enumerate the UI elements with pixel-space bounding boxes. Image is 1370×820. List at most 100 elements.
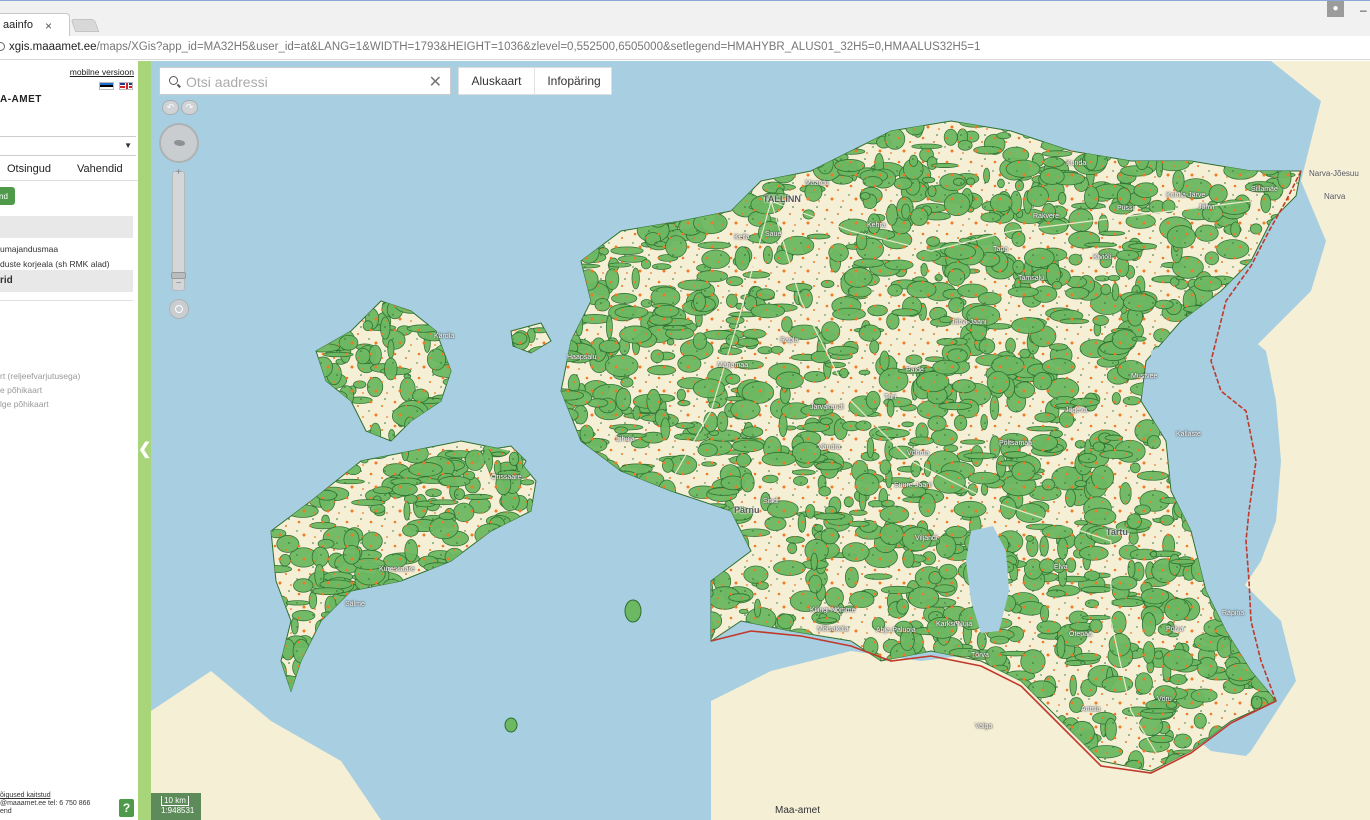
place-label: Paide xyxy=(906,367,924,374)
place-label: Viljandi xyxy=(915,535,938,542)
tab-close-icon[interactable]: × xyxy=(45,19,52,33)
place-label: Jõgeva xyxy=(1065,407,1088,414)
place-label: Suure-Jaani xyxy=(894,482,932,489)
layer-item-berry-picking-area[interactable]: duste korjeala (sh RMK alad) xyxy=(0,259,110,269)
place-label: Rakvere xyxy=(1033,213,1060,220)
basemap-option-light[interactable]: lge põhikaart xyxy=(0,399,49,409)
english-flag-icon[interactable] xyxy=(119,82,133,90)
scale-bar: 10 km xyxy=(161,796,189,806)
place-label: Karksi-Nuia xyxy=(936,621,973,628)
history-forward-icon[interactable]: ↷ xyxy=(181,100,198,115)
place-label: Antsla xyxy=(1081,706,1101,713)
place-label: Kunda xyxy=(1066,160,1087,167)
new-tab-button[interactable] xyxy=(70,19,100,32)
place-label: Mõisaküla xyxy=(817,626,849,633)
window-minimize-button[interactable]: – xyxy=(1360,3,1367,17)
place-label: Rapla xyxy=(780,337,799,344)
pan-control-icon[interactable] xyxy=(159,123,199,163)
place-label: Jõhvi-Jaani xyxy=(951,319,987,326)
sidebar-collapse-strip[interactable]: ❮ xyxy=(138,61,151,820)
place-label: Tapa xyxy=(993,246,1009,253)
place-label: Märjamaa xyxy=(717,362,749,369)
place-label: Põlva xyxy=(1166,626,1184,633)
profile-icon[interactable]: ● xyxy=(1327,1,1344,17)
basemap-option-base[interactable]: e põhikaart xyxy=(0,385,42,395)
ruhnu-island xyxy=(504,717,518,733)
tab-title: aainfo xyxy=(3,19,33,31)
place-label: Abja-Paluoja xyxy=(876,627,916,634)
address-bar[interactable]: xgis.maaamet.ee/maps/XGis?app_id=MA32H5&… xyxy=(0,36,1370,60)
place-label: Kuressaare xyxy=(379,566,415,573)
tab-tools[interactable]: Vahendid xyxy=(77,163,123,175)
place-label: Kilingi-Nõmme xyxy=(810,607,856,614)
basemap-section-title[interactable]: rid xyxy=(0,270,133,292)
brand-title: A-AMET xyxy=(0,94,42,105)
basemap-option-relief[interactable]: rt (reljeefvarjutusega) xyxy=(0,371,80,381)
place-label: Vändra xyxy=(818,444,841,451)
place-label: Järvakandi xyxy=(810,404,844,411)
place-label: Põltsamaa xyxy=(999,440,1033,447)
place-label: Türi xyxy=(884,394,897,401)
place-label: Kärdla xyxy=(434,333,455,340)
site-info-icon[interactable] xyxy=(0,42,5,51)
footer-link[interactable]: end xyxy=(0,808,12,815)
place-label: Lihula xyxy=(616,436,635,443)
place-label: Keila xyxy=(734,234,750,241)
address-search-input[interactable] xyxy=(186,73,416,91)
legend-button[interactable]: nd xyxy=(0,187,15,205)
place-label: Kehra xyxy=(867,222,886,229)
place-label: Sindi xyxy=(763,498,779,505)
place-label: Võru xyxy=(1157,696,1172,703)
place-label: Pärnu xyxy=(734,505,760,515)
mobile-version-link[interactable]: mobilne versioon xyxy=(70,67,134,77)
estonian-flag-icon[interactable] xyxy=(99,82,114,90)
map-select-dropdown[interactable]: ▼ xyxy=(0,136,136,156)
place-label: Jõhvi xyxy=(1198,204,1215,211)
locate-icon[interactable] xyxy=(169,299,189,319)
help-button[interactable]: ? xyxy=(119,799,134,817)
browser-tab[interactable]: aainfo × xyxy=(0,13,70,38)
scale-indicator: 10 km 1:948531 xyxy=(151,793,201,820)
kihnu-island xyxy=(624,599,642,623)
copyright-link[interactable]: õigused kaitstud xyxy=(0,792,51,799)
place-label: Mustvee xyxy=(1131,373,1158,380)
place-label: Haapsalu xyxy=(567,354,597,361)
place-label: Sillamäe xyxy=(1251,186,1278,193)
place-label: Kiviõli xyxy=(1093,254,1112,261)
zoom-out-button[interactable]: − xyxy=(172,278,185,289)
layer-item-forestry-land[interactable]: umajandusmaa xyxy=(0,244,58,254)
tab-searches[interactable]: Otsingud xyxy=(7,163,51,175)
place-label: TALLINN xyxy=(763,194,801,204)
url-host: xgis.maaamet.ee xyxy=(9,41,97,53)
place-label: Elva xyxy=(1054,564,1068,571)
place-label: Tartu xyxy=(1106,527,1128,537)
place-label: Narva-Jõesuu xyxy=(1309,169,1359,178)
divider xyxy=(0,300,133,301)
place-label: Püssi xyxy=(1117,205,1135,212)
basemap-button[interactable]: Aluskaart xyxy=(459,68,535,95)
place-label: Kallaste xyxy=(1176,431,1201,438)
zoom-in-button[interactable]: + xyxy=(172,167,185,179)
map-canvas[interactable]: TALLINN Maardu Keila Saue Kehra Rakvere … xyxy=(151,61,1370,820)
sidebar: mobilne versioon A-AMET ▼ Otsingud Vahen… xyxy=(0,61,138,820)
dropdown-arrow-icon: ▼ xyxy=(124,141,132,150)
chevron-left-icon[interactable]: ❮ xyxy=(138,439,151,459)
estonia-map xyxy=(151,61,1370,820)
map-attribution: Maa-amet xyxy=(775,805,821,816)
url-path: /maps/XGis?app_id=MA32H5&user_id=at&LANG… xyxy=(96,41,981,53)
address-search: ✕ xyxy=(159,67,451,95)
map-toolbar: Aluskaart Infopäring xyxy=(458,67,612,95)
info-query-button[interactable]: Infopäring xyxy=(535,68,613,95)
place-label: Räpina xyxy=(1222,610,1245,617)
place-label: Tamsalu xyxy=(1018,275,1045,282)
place-label: Sälme xyxy=(345,601,365,608)
place-label: Otepää xyxy=(1069,631,1092,638)
place-label: Saue xyxy=(765,231,782,238)
sidebar-tabs: Otsingud Vahendid xyxy=(0,157,138,181)
history-back-icon[interactable]: ↶ xyxy=(162,100,179,115)
place-label: Maardu xyxy=(805,180,829,187)
layer-group-header[interactable] xyxy=(0,216,133,238)
close-icon[interactable]: ✕ xyxy=(429,72,442,92)
place-label: Tõrva xyxy=(971,652,989,659)
place-label: Võhma xyxy=(907,450,930,457)
